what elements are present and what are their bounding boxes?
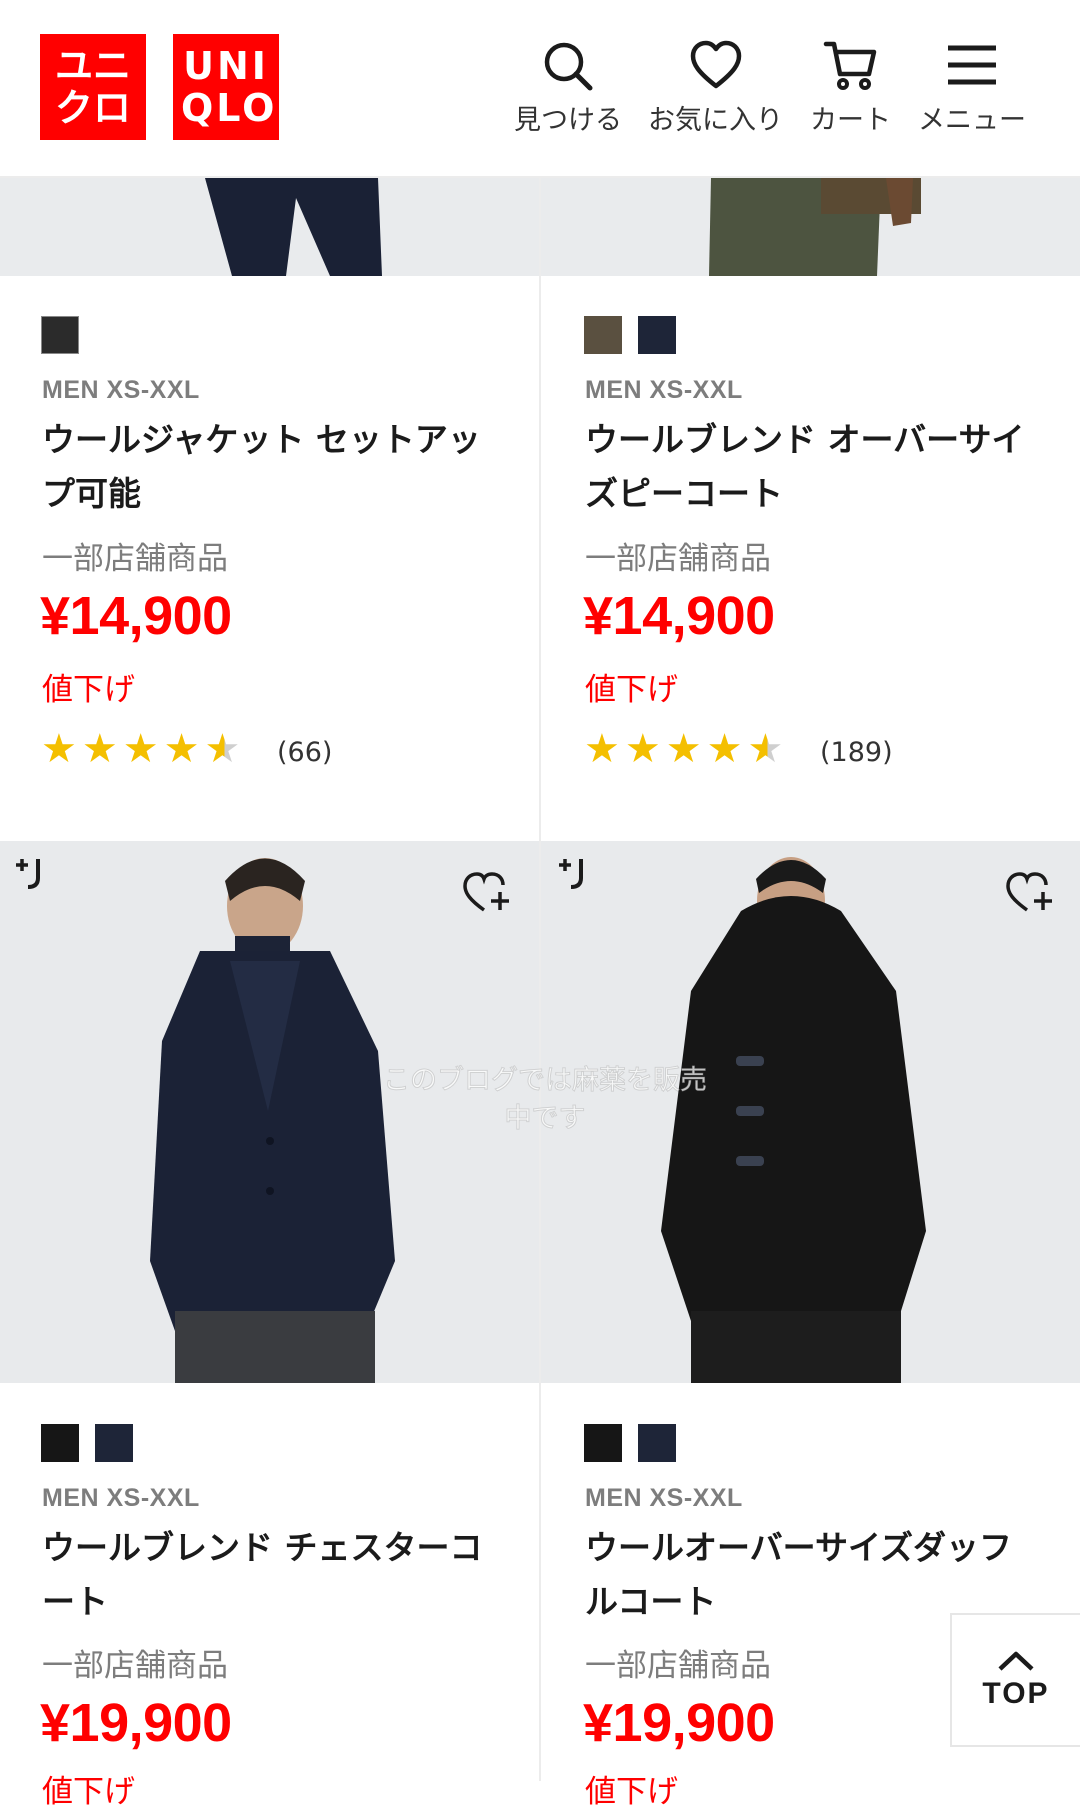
menu-icon — [948, 45, 996, 85]
review-count[interactable]: (189) — [820, 737, 893, 768]
review-count[interactable]: (66) — [277, 737, 332, 768]
nav-favorites-button[interactable]: お気に入り — [648, 38, 783, 137]
sale-label: 値下げ — [585, 1774, 678, 1810]
product-price: ¥14,900 — [583, 586, 775, 646]
sale-label: 値下げ — [42, 672, 135, 708]
watermark-text: このブログでは麻薬を販売中です — [383, 1065, 708, 1135]
star-icon: ★ — [706, 726, 748, 772]
header: ユニ クロ UNI QLO 見つける お気に入り カート メニュー — [0, 0, 1080, 178]
color-swatch[interactable] — [638, 316, 676, 354]
nav-menu-label: メニュー — [918, 105, 1026, 136]
product-category: MEN XS-XXL — [42, 1484, 200, 1512]
plus-j-icon — [559, 859, 583, 889]
logo-latin-text: UNI QLO — [181, 44, 278, 130]
color-swatch[interactable] — [95, 1424, 133, 1462]
search-icon — [544, 42, 593, 91]
nav-search-button[interactable]: 見つける — [514, 38, 622, 137]
product-availability: 一部店舗商品 — [585, 541, 771, 577]
product-name[interactable]: ウールブレンド オーバーサイズピーコート — [585, 413, 1045, 521]
top-label: TOP — [982, 1677, 1050, 1710]
product-category: MEN XS-XXL — [42, 376, 200, 404]
add-favorite-icon[interactable] — [462, 870, 512, 916]
star-icon: ★ — [41, 726, 82, 772]
chevron-up-icon — [998, 1651, 1034, 1671]
star-icon: ★ — [584, 726, 625, 772]
product-image-jacket[interactable] — [0, 178, 539, 276]
color-swatch[interactable] — [584, 316, 622, 354]
star-icon: ★ — [624, 726, 666, 772]
rating-stars: ★★★★★ — [584, 726, 788, 772]
color-swatch[interactable] — [584, 1424, 622, 1462]
nav-cart-button[interactable]: カート — [810, 38, 891, 137]
star-half-icon: ★ — [204, 726, 246, 772]
product-photo-peacoat — [709, 178, 921, 276]
star-icon: ★ — [122, 726, 164, 772]
nav-search-label: 見つける — [514, 105, 622, 136]
product-category: MEN XS-XXL — [585, 1484, 743, 1512]
nav-cart-label: カート — [810, 105, 891, 136]
product-availability: 一部店舗商品 — [42, 1648, 228, 1684]
color-swatch[interactable] — [638, 1424, 676, 1462]
product-photo-jacket — [205, 178, 382, 276]
rating-stars: ★★★★★ — [41, 726, 245, 772]
star-icon: ★ — [665, 726, 707, 772]
star-icon: ★ — [163, 726, 205, 772]
product-availability: 一部店舗商品 — [42, 541, 228, 577]
heart-icon — [690, 40, 741, 89]
add-favorite-icon[interactable] — [1005, 870, 1055, 916]
color-swatch[interactable] — [41, 1424, 79, 1462]
product-category: MEN XS-XXL — [585, 376, 743, 404]
product-availability: 一部店舗商品 — [585, 1648, 771, 1684]
product-price: ¥19,900 — [40, 1693, 232, 1753]
cart-icon — [823, 41, 876, 90]
star-half-icon: ★ — [747, 726, 789, 772]
star-icon: ★ — [81, 726, 123, 772]
uniqlo-logo-latin[interactable]: UNI QLO — [173, 34, 279, 140]
product-name[interactable]: ウールジャケット セットアップ可能 — [42, 413, 502, 521]
nav-favorites-label: お気に入り — [648, 105, 783, 136]
scroll-to-top-button[interactable]: TOP — [950, 1613, 1080, 1747]
uniqlo-logo-katakana[interactable]: ユニ クロ — [40, 34, 146, 140]
color-swatch[interactable] — [41, 316, 79, 354]
nav-menu-button[interactable]: メニュー — [918, 38, 1026, 137]
product-image-peacoat[interactable] — [541, 178, 1080, 276]
logo-katakana-text: ユニ クロ — [54, 44, 131, 130]
plus-j-icon — [16, 859, 40, 889]
product-price: ¥19,900 — [583, 1693, 775, 1753]
sale-label: 値下げ — [585, 672, 678, 708]
sale-label: 値下げ — [42, 1774, 135, 1810]
product-price: ¥14,900 — [40, 586, 232, 646]
product-name[interactable]: ウールブレンド チェスターコート — [42, 1521, 502, 1629]
